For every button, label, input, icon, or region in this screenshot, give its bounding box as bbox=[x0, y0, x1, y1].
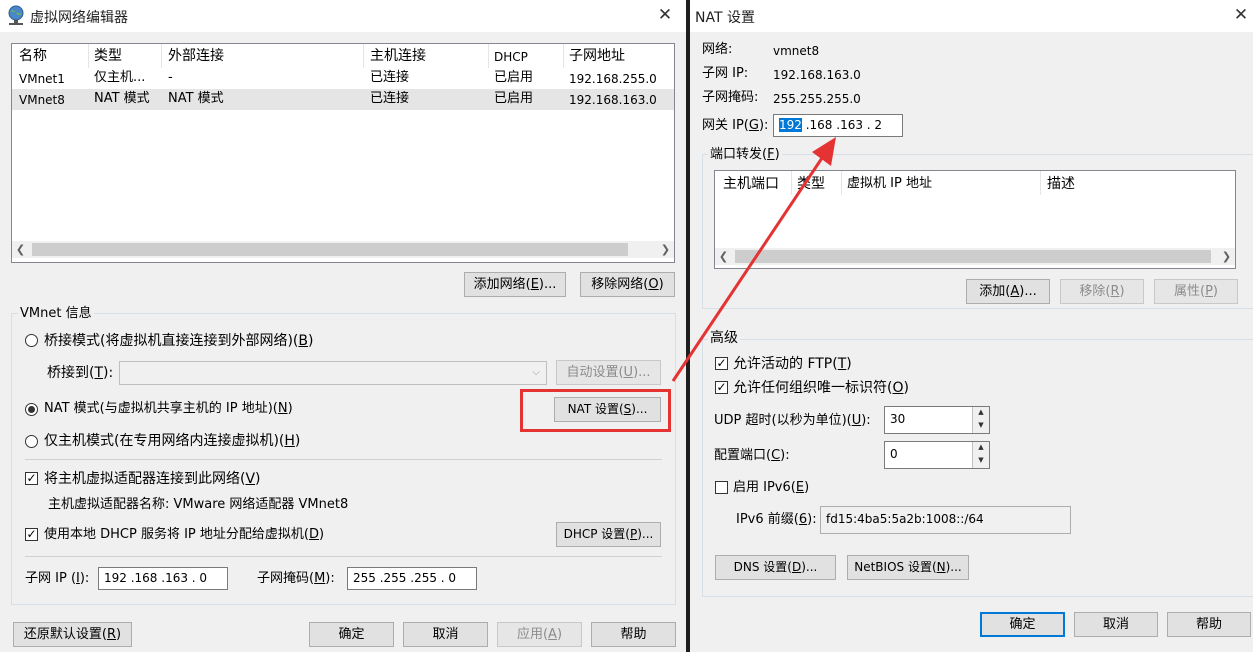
annotation-arrow bbox=[671, 137, 836, 382]
